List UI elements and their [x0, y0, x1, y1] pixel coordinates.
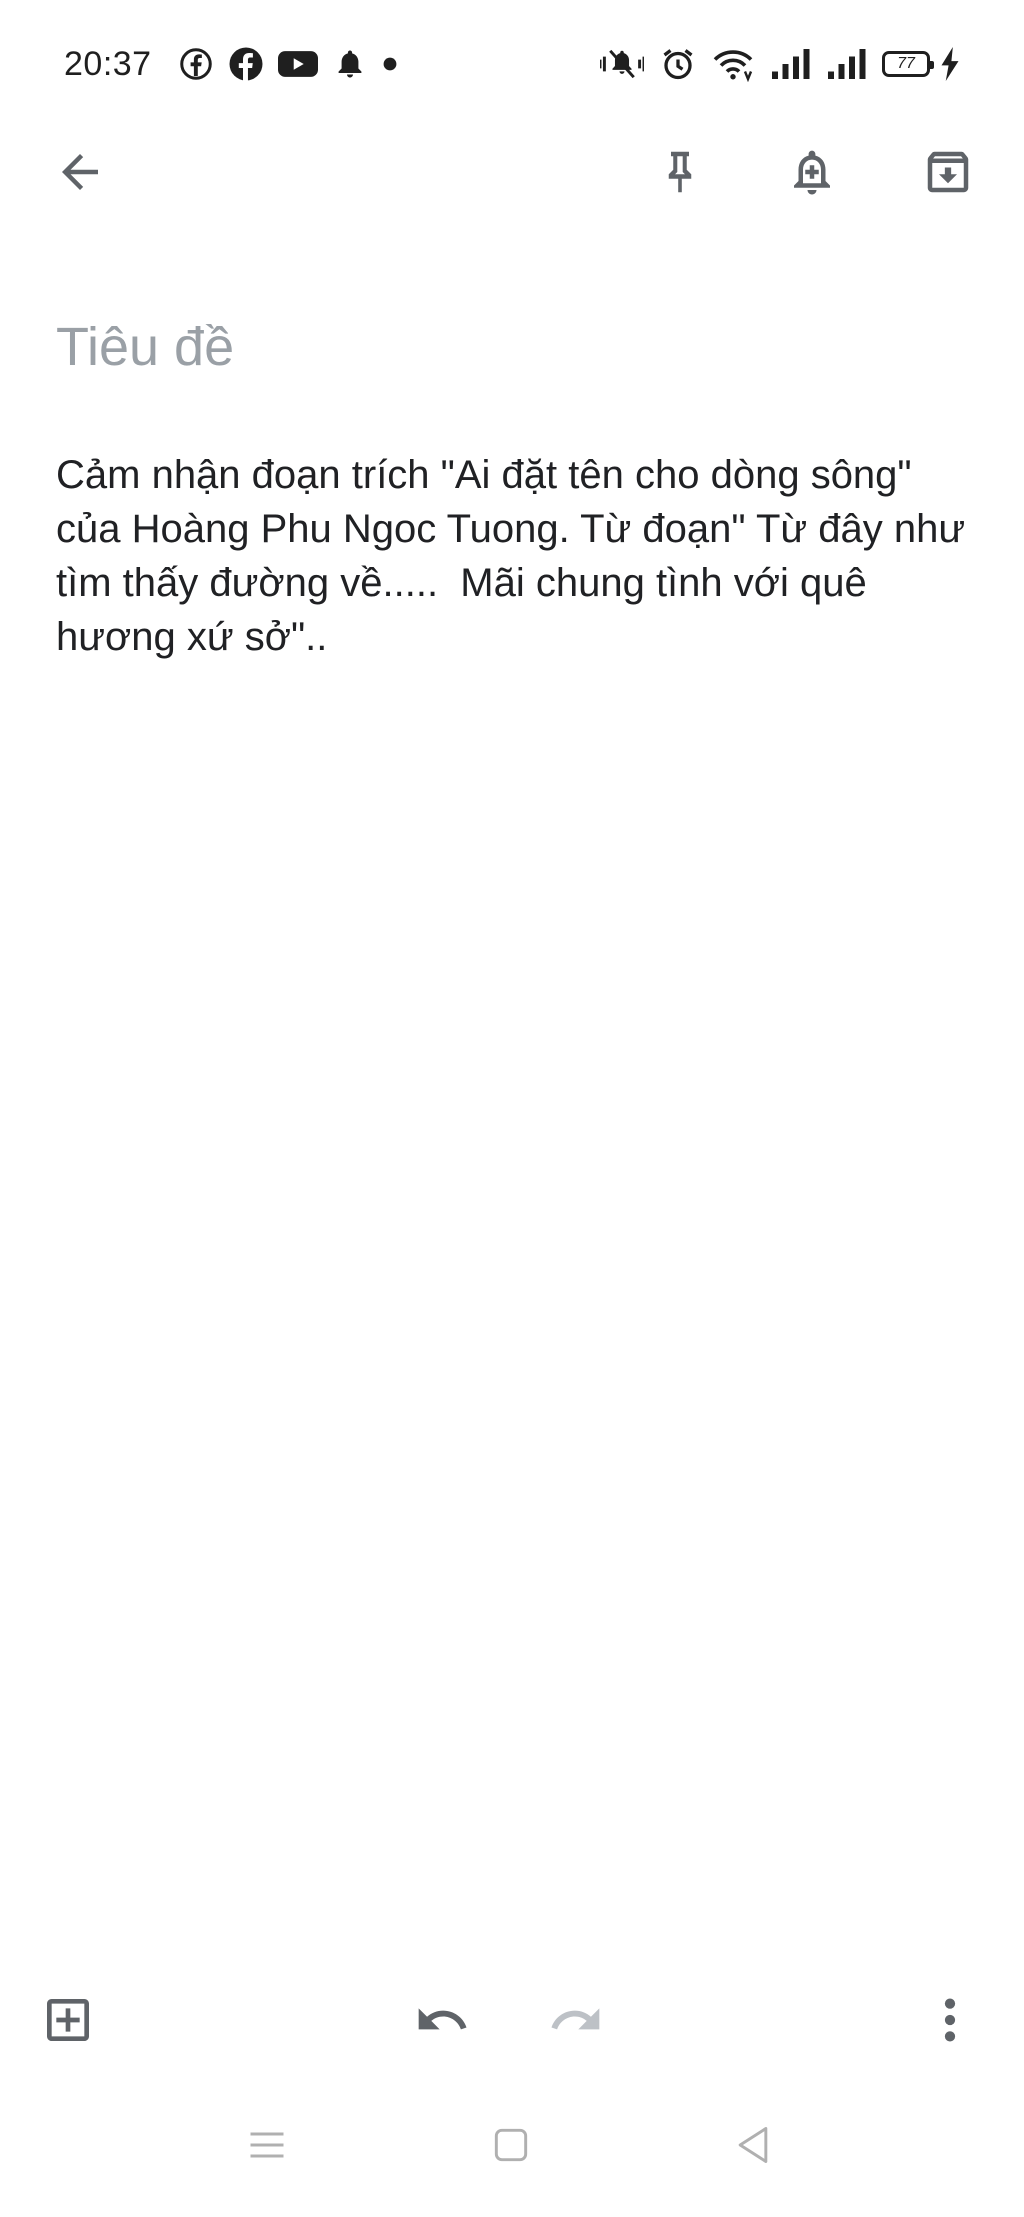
status-right: 77 [584, 46, 960, 82]
note-title-input[interactable]: Tiêu đề [56, 316, 968, 378]
home-square-icon [494, 2128, 528, 2162]
redo-button[interactable] [536, 1980, 616, 2060]
add-box-icon [47, 1999, 89, 2041]
nav-menu-button[interactable] [232, 2110, 302, 2180]
battery-level: 77 [897, 55, 915, 72]
note-editor-screen: 20:37 77 Tiêu đề Cảm nhận đoạn trích "Ai… [0, 0, 1024, 2217]
archive-button[interactable] [904, 128, 992, 216]
bottom-toolbar [0, 1980, 1024, 2068]
undo-button[interactable] [402, 1980, 482, 2060]
pin-icon [668, 151, 692, 193]
navigation-bar [0, 2110, 1024, 2200]
more-vert-icon [944, 1998, 956, 2042]
wifi-icon [712, 46, 754, 82]
back-triangle-icon [738, 2127, 768, 2163]
status-bar: 20:37 77 [0, 0, 1024, 128]
back-arrow-icon [62, 154, 98, 190]
bell-icon [332, 46, 368, 82]
archive-icon [927, 151, 969, 193]
note-body-input[interactable]: Cảm nhận đoạn trích "Ai đặt tên cho dòng… [56, 448, 986, 664]
redo-icon [551, 2008, 600, 2030]
menu-icon [250, 2132, 284, 2158]
battery-indicator: 77 [882, 51, 934, 77]
dot-icon [382, 46, 398, 82]
reminder-button[interactable] [768, 128, 856, 216]
facebook-icon [228, 46, 264, 82]
undo-icon [418, 2008, 467, 2030]
charging-bolt-icon [940, 46, 960, 82]
signal-icon [770, 46, 810, 82]
nav-home-button[interactable] [476, 2110, 546, 2180]
top-toolbar [0, 128, 1024, 216]
status-time: 20:37 [64, 44, 152, 83]
add-content-button[interactable] [28, 1980, 108, 2060]
signal-icon [826, 46, 866, 82]
reminder-bell-icon [794, 150, 830, 195]
back-button[interactable] [36, 128, 124, 216]
youtube-icon [277, 46, 318, 82]
pin-button[interactable] [636, 128, 724, 216]
status-left: 20:37 [64, 45, 412, 84]
nav-back-button[interactable] [718, 2110, 788, 2180]
vibrate-mute-icon [600, 46, 644, 82]
more-options-button[interactable] [910, 1980, 990, 2060]
alarm-icon [660, 46, 696, 82]
facebook-outline-icon [178, 46, 214, 82]
